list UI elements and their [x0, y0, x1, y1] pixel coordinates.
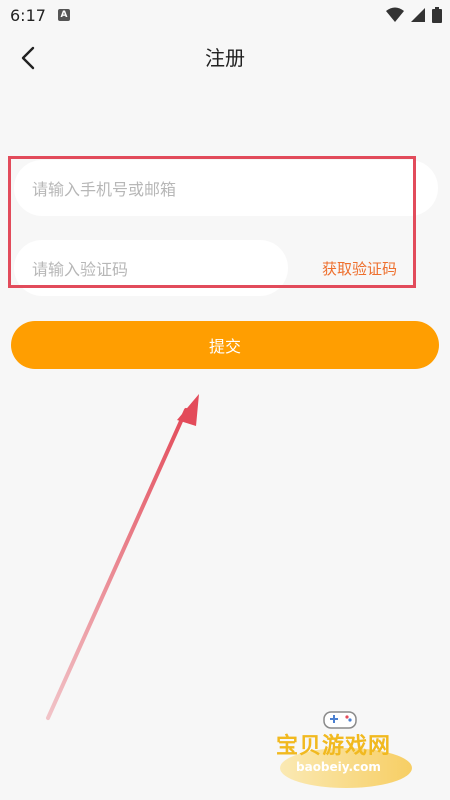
watermark-title: 宝贝游戏网 — [276, 734, 392, 759]
form-highlight-box — [8, 156, 416, 288]
status-time: 6:17 — [10, 6, 46, 25]
watermark-logo: 宝贝游戏网 baobeiy.com — [276, 708, 442, 794]
annotation-arrow — [46, 394, 199, 720]
battery-icon — [432, 7, 442, 23]
status-bar: 6:17 A — [0, 0, 450, 32]
status-icons — [386, 7, 442, 23]
signal-icon — [411, 8, 425, 22]
notification-icon: A — [58, 9, 70, 21]
gamepad-icon — [323, 711, 357, 729]
wifi-icon — [386, 7, 404, 22]
watermark-url: baobeiy.com — [296, 760, 381, 774]
header: 注册 — [0, 32, 450, 84]
page-title: 注册 — [205, 46, 245, 70]
submit-button[interactable]: 提交 — [11, 321, 439, 369]
